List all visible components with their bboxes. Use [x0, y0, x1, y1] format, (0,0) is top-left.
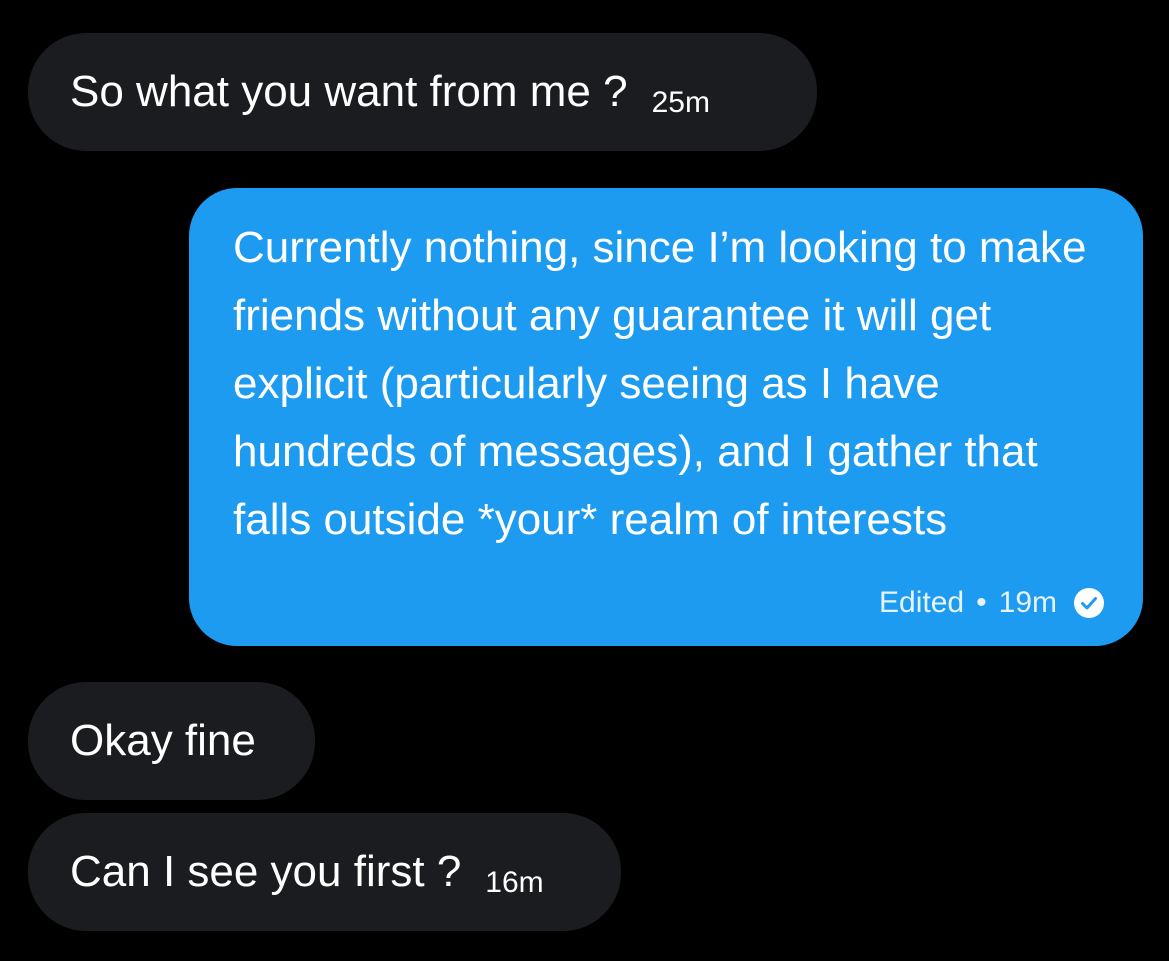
message-text: So what you want from me ? [70, 67, 628, 116]
meta-separator: • [976, 586, 987, 619]
incoming-message-bubble[interactable]: Okay fine [28, 682, 315, 800]
edited-label: Edited [879, 586, 965, 619]
message-text: Okay fine [70, 716, 256, 765]
incoming-message-bubble[interactable]: So what you want from me ? 25m [28, 33, 817, 151]
message-thread: So what you want from me ? 25m Currently… [0, 0, 1169, 961]
message-timestamp: 16m [485, 866, 544, 899]
message-meta: Edited • 19m [879, 586, 1105, 620]
outgoing-message-bubble[interactable]: Currently nothing, since I’m looking to … [189, 188, 1143, 646]
message-text: Can I see you first ? [70, 847, 462, 896]
message-timestamp: 19m [998, 586, 1057, 619]
read-check-icon [1074, 588, 1104, 618]
incoming-message-bubble[interactable]: Can I see you first ? 16m [28, 813, 621, 931]
message-text: Currently nothing, since I’m looking to … [233, 223, 1087, 544]
message-timestamp: 25m [651, 86, 710, 119]
